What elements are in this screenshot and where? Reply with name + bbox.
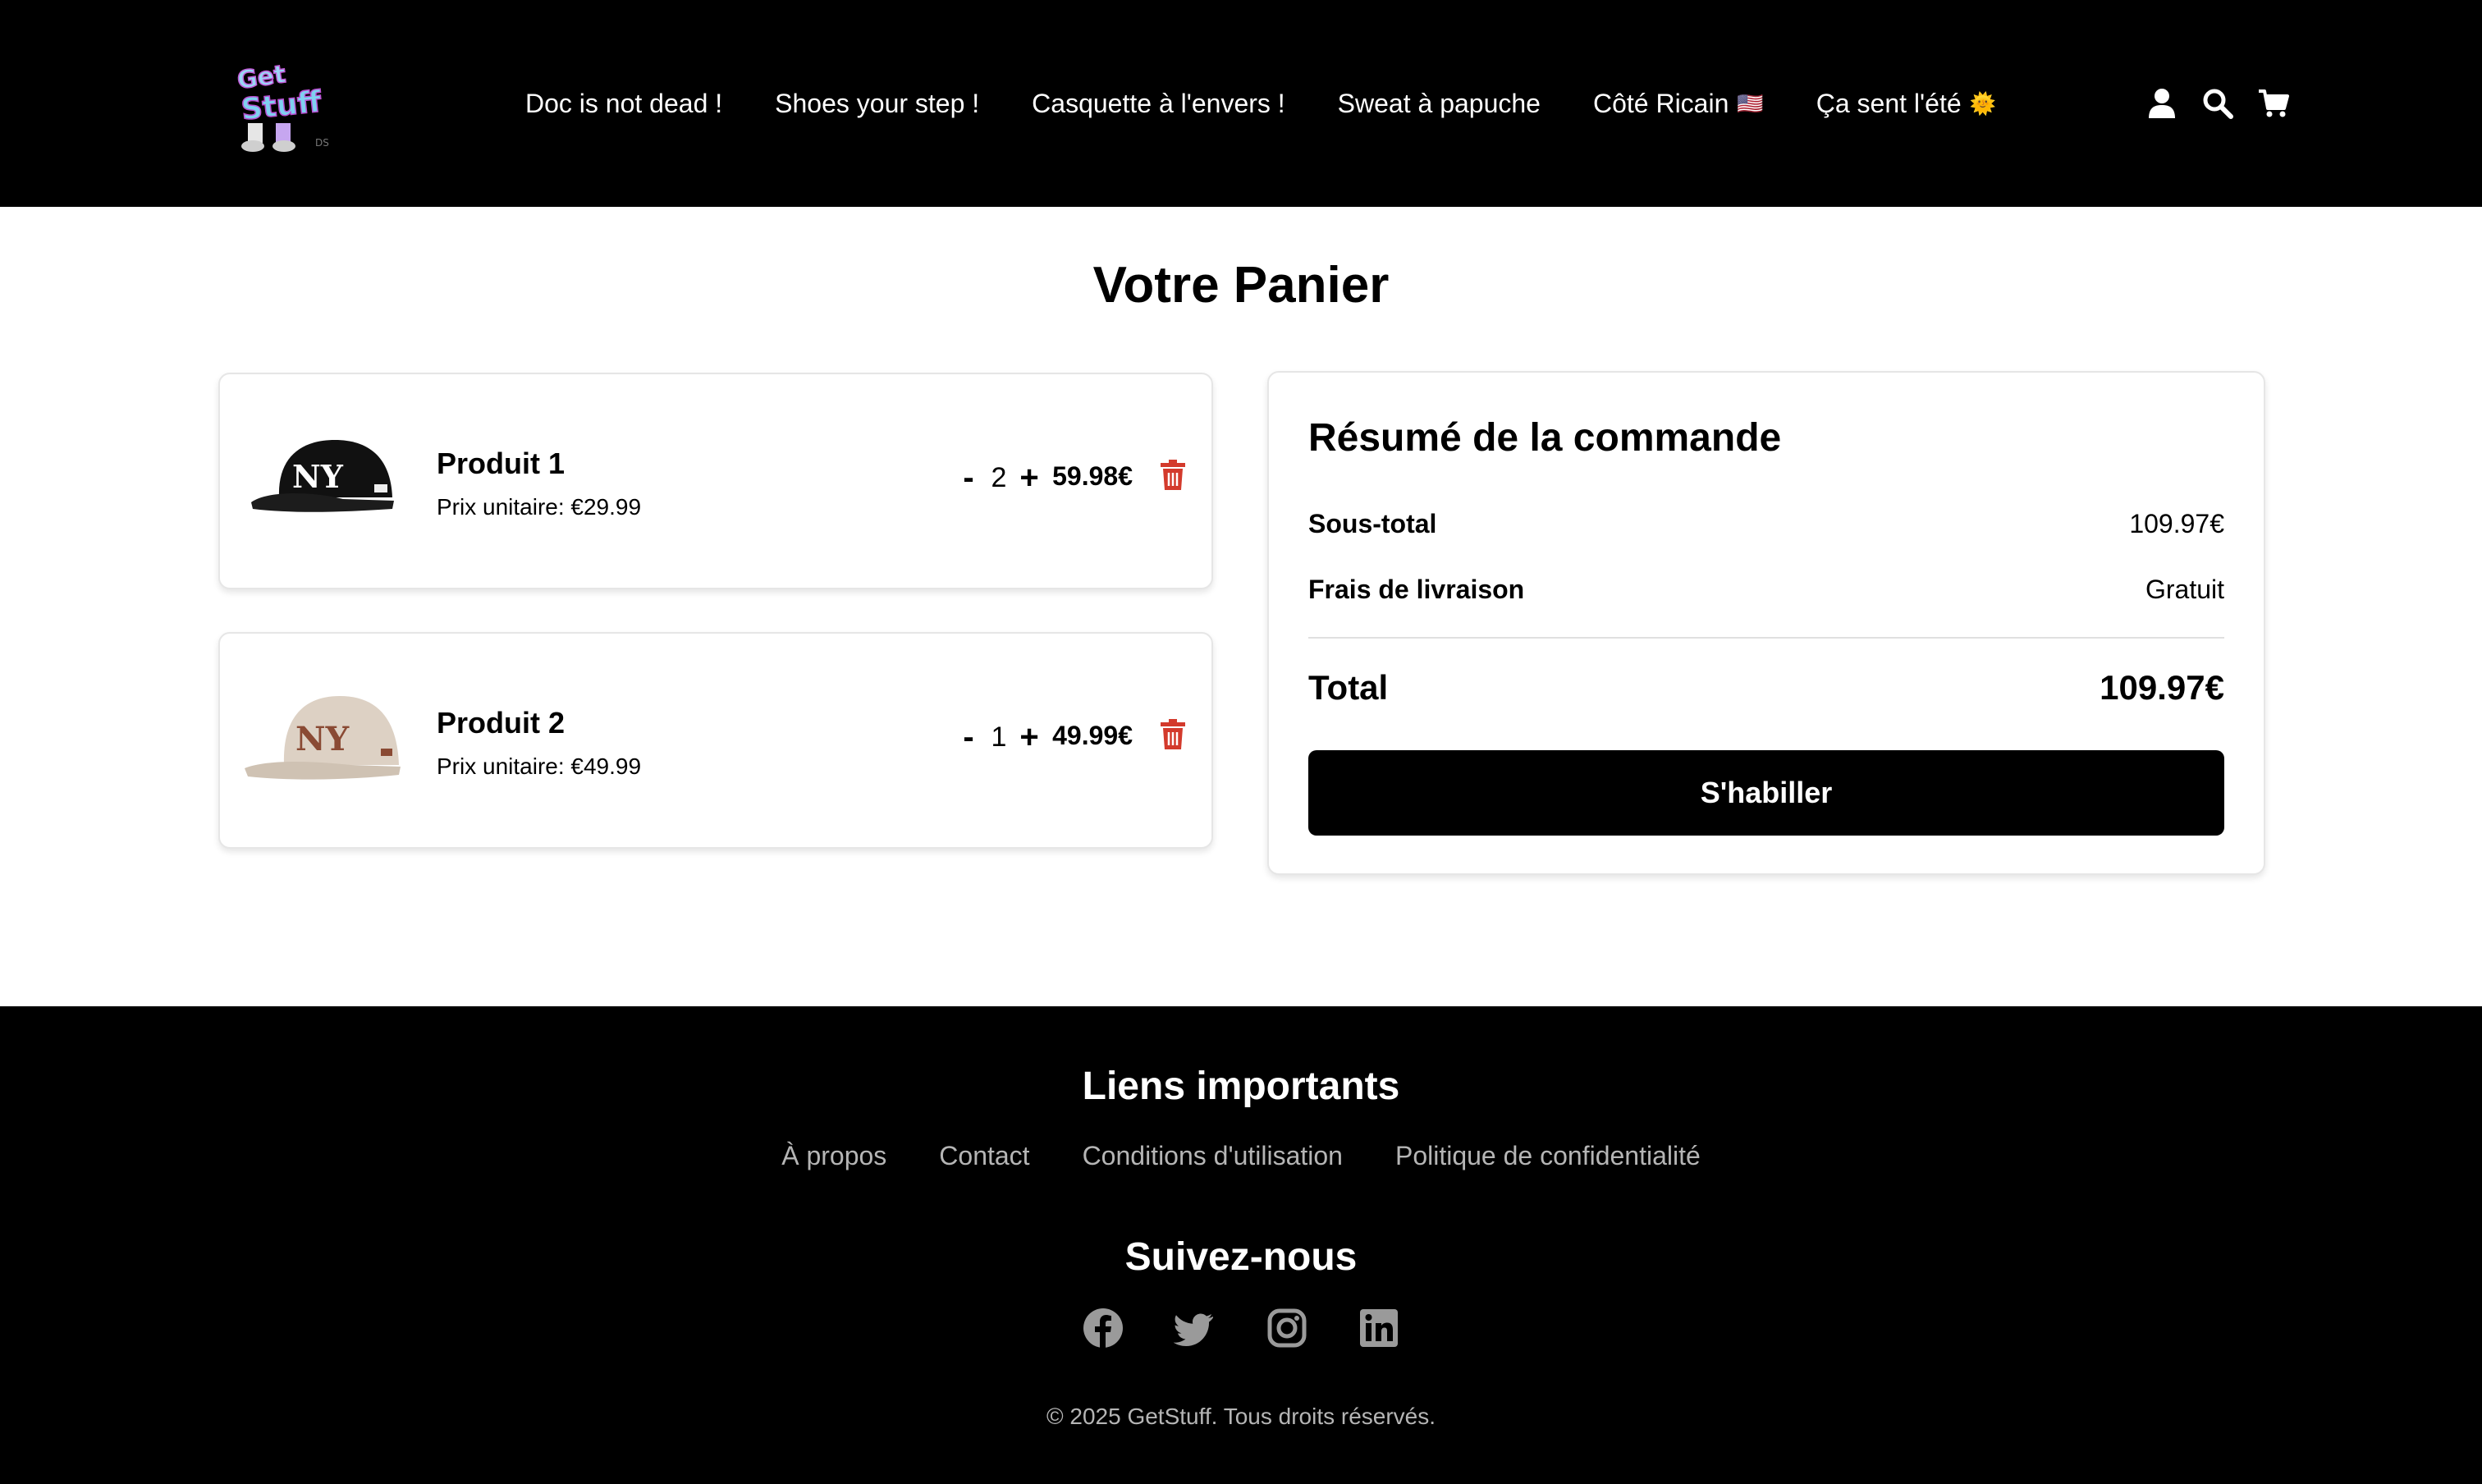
increase-quantity-button[interactable]: + [1018, 461, 1041, 494]
quantity-stepper: - 2 + [957, 460, 1041, 496]
header-actions [2145, 82, 2290, 125]
checkout-button[interactable]: S'habiller [1308, 750, 2224, 836]
decrease-quantity-button[interactable]: - [957, 461, 980, 494]
quantity-value: 2 [991, 461, 1007, 493]
page-title: Votre Panier [1092, 257, 1390, 314]
nav-item-ete[interactable]: Ça sent l'été 🌞 [1816, 89, 1996, 119]
product-unit-price: Prix unitaire: €29.99 [437, 494, 642, 520]
footer-link-terms[interactable]: Conditions d'utilisation [1083, 1141, 1343, 1171]
footer-link-about[interactable]: À propos [781, 1141, 886, 1171]
summary-title: Résumé de la commande [1308, 416, 1782, 460]
copyright: © 2025 GetStuff. Tous droits réservés. [1046, 1404, 1436, 1429]
site-header: Get Stuff DS Doc is not dead ! Shoes you… [0, 0, 2482, 207]
quantity-stepper: - 1 + [957, 719, 1041, 755]
site-logo[interactable]: Get Stuff DS [230, 51, 361, 158]
footer-follow-title: Suivez-nous [1124, 1235, 1358, 1279]
footer-links-title: Liens importants [1082, 1065, 1400, 1108]
nav-item-casquette[interactable]: Casquette à l'envers ! [1032, 89, 1285, 119]
main-nav: Doc is not dead ! Shoes your step ! Casq… [525, 79, 2049, 128]
product-unit-price: Prix unitaire: €49.99 [437, 753, 642, 779]
site-footer: Liens importants À propos Contact Condit… [0, 1006, 2482, 1484]
subtotal-label: Sous-total [1308, 509, 1437, 538]
trash-icon[interactable] [1161, 460, 1185, 491]
sun-icon: 🌞 [1969, 90, 1996, 116]
total-value: 109.97€ [2100, 668, 2224, 707]
svg-text:NY: NY [295, 720, 350, 758]
nav-item-label: Shoes your step ! [775, 88, 980, 118]
order-summary: Résumé de la commande Sous-total 109.97€… [1267, 371, 2265, 875]
linkedin-icon[interactable] [1358, 1307, 1400, 1349]
nav-item-label: Sweat à papuche [1337, 88, 1541, 118]
footer-link-privacy[interactable]: Politique de confidentialité [1395, 1141, 1701, 1171]
nav-item-label: Doc is not dead ! [525, 88, 723, 118]
nav-item-label: Casquette à l'envers ! [1032, 88, 1285, 118]
line-total: 59.98€ [1052, 461, 1133, 491]
twitter-icon[interactable] [1173, 1307, 1216, 1349]
facebook-icon[interactable] [1082, 1307, 1124, 1349]
social-links [0, 1307, 2482, 1349]
shipping-row: Frais de livraison Gratuit [1308, 575, 2224, 605]
product-image[interactable]: NY [245, 683, 405, 798]
cart-icon[interactable] [2257, 87, 2290, 120]
product-image[interactable]: NY [245, 424, 405, 538]
nav-item-cote-ricain[interactable]: Côté Ricain 🇺🇸 [1593, 89, 1764, 119]
increase-quantity-button[interactable]: + [1018, 721, 1041, 753]
nav-item-doc[interactable]: Doc is not dead ! [525, 89, 722, 119]
quantity-value: 1 [991, 721, 1007, 753]
user-icon[interactable] [2145, 87, 2178, 120]
subtotal-row: Sous-total 109.97€ [1308, 509, 2224, 539]
svg-text:DS: DS [315, 137, 329, 149]
shipping-value: Gratuit [2145, 575, 2224, 604]
subtotal-value: 109.97€ [2129, 509, 2224, 538]
footer-links: À propos Contact Conditions d'utilisatio… [0, 1141, 2482, 1171]
shipping-label: Frais de livraison [1308, 575, 1525, 604]
product-name: Produit 2 [437, 706, 566, 740]
cart-item: NY Produit 1 Prix unitaire: €29.99 - 2 +… [218, 373, 1213, 589]
total-label: Total [1308, 668, 1389, 707]
decrease-quantity-button[interactable]: - [957, 721, 980, 753]
total-row: Total 109.97€ [1308, 668, 2224, 708]
nav-item-label: Ça sent l'été [1816, 88, 1962, 118]
trash-icon[interactable] [1161, 719, 1185, 750]
instagram-icon[interactable] [1266, 1307, 1308, 1349]
nav-item-label: Côté Ricain [1592, 88, 1729, 118]
line-total: 49.99€ [1052, 721, 1133, 750]
footer-link-contact[interactable]: Contact [939, 1141, 1029, 1171]
summary-divider [1308, 637, 2224, 639]
svg-text:NY: NY [292, 458, 344, 495]
nav-item-shoes[interactable]: Shoes your step ! [775, 89, 979, 119]
us-flag-icon: 🇺🇸 [1737, 90, 1764, 116]
search-icon[interactable] [2201, 87, 2234, 120]
cart-item: NY Produit 2 Prix unitaire: €49.99 - 1 +… [218, 632, 1213, 849]
product-name: Produit 1 [437, 447, 566, 480]
nav-item-sweat[interactable]: Sweat à papuche [1338, 89, 1541, 119]
